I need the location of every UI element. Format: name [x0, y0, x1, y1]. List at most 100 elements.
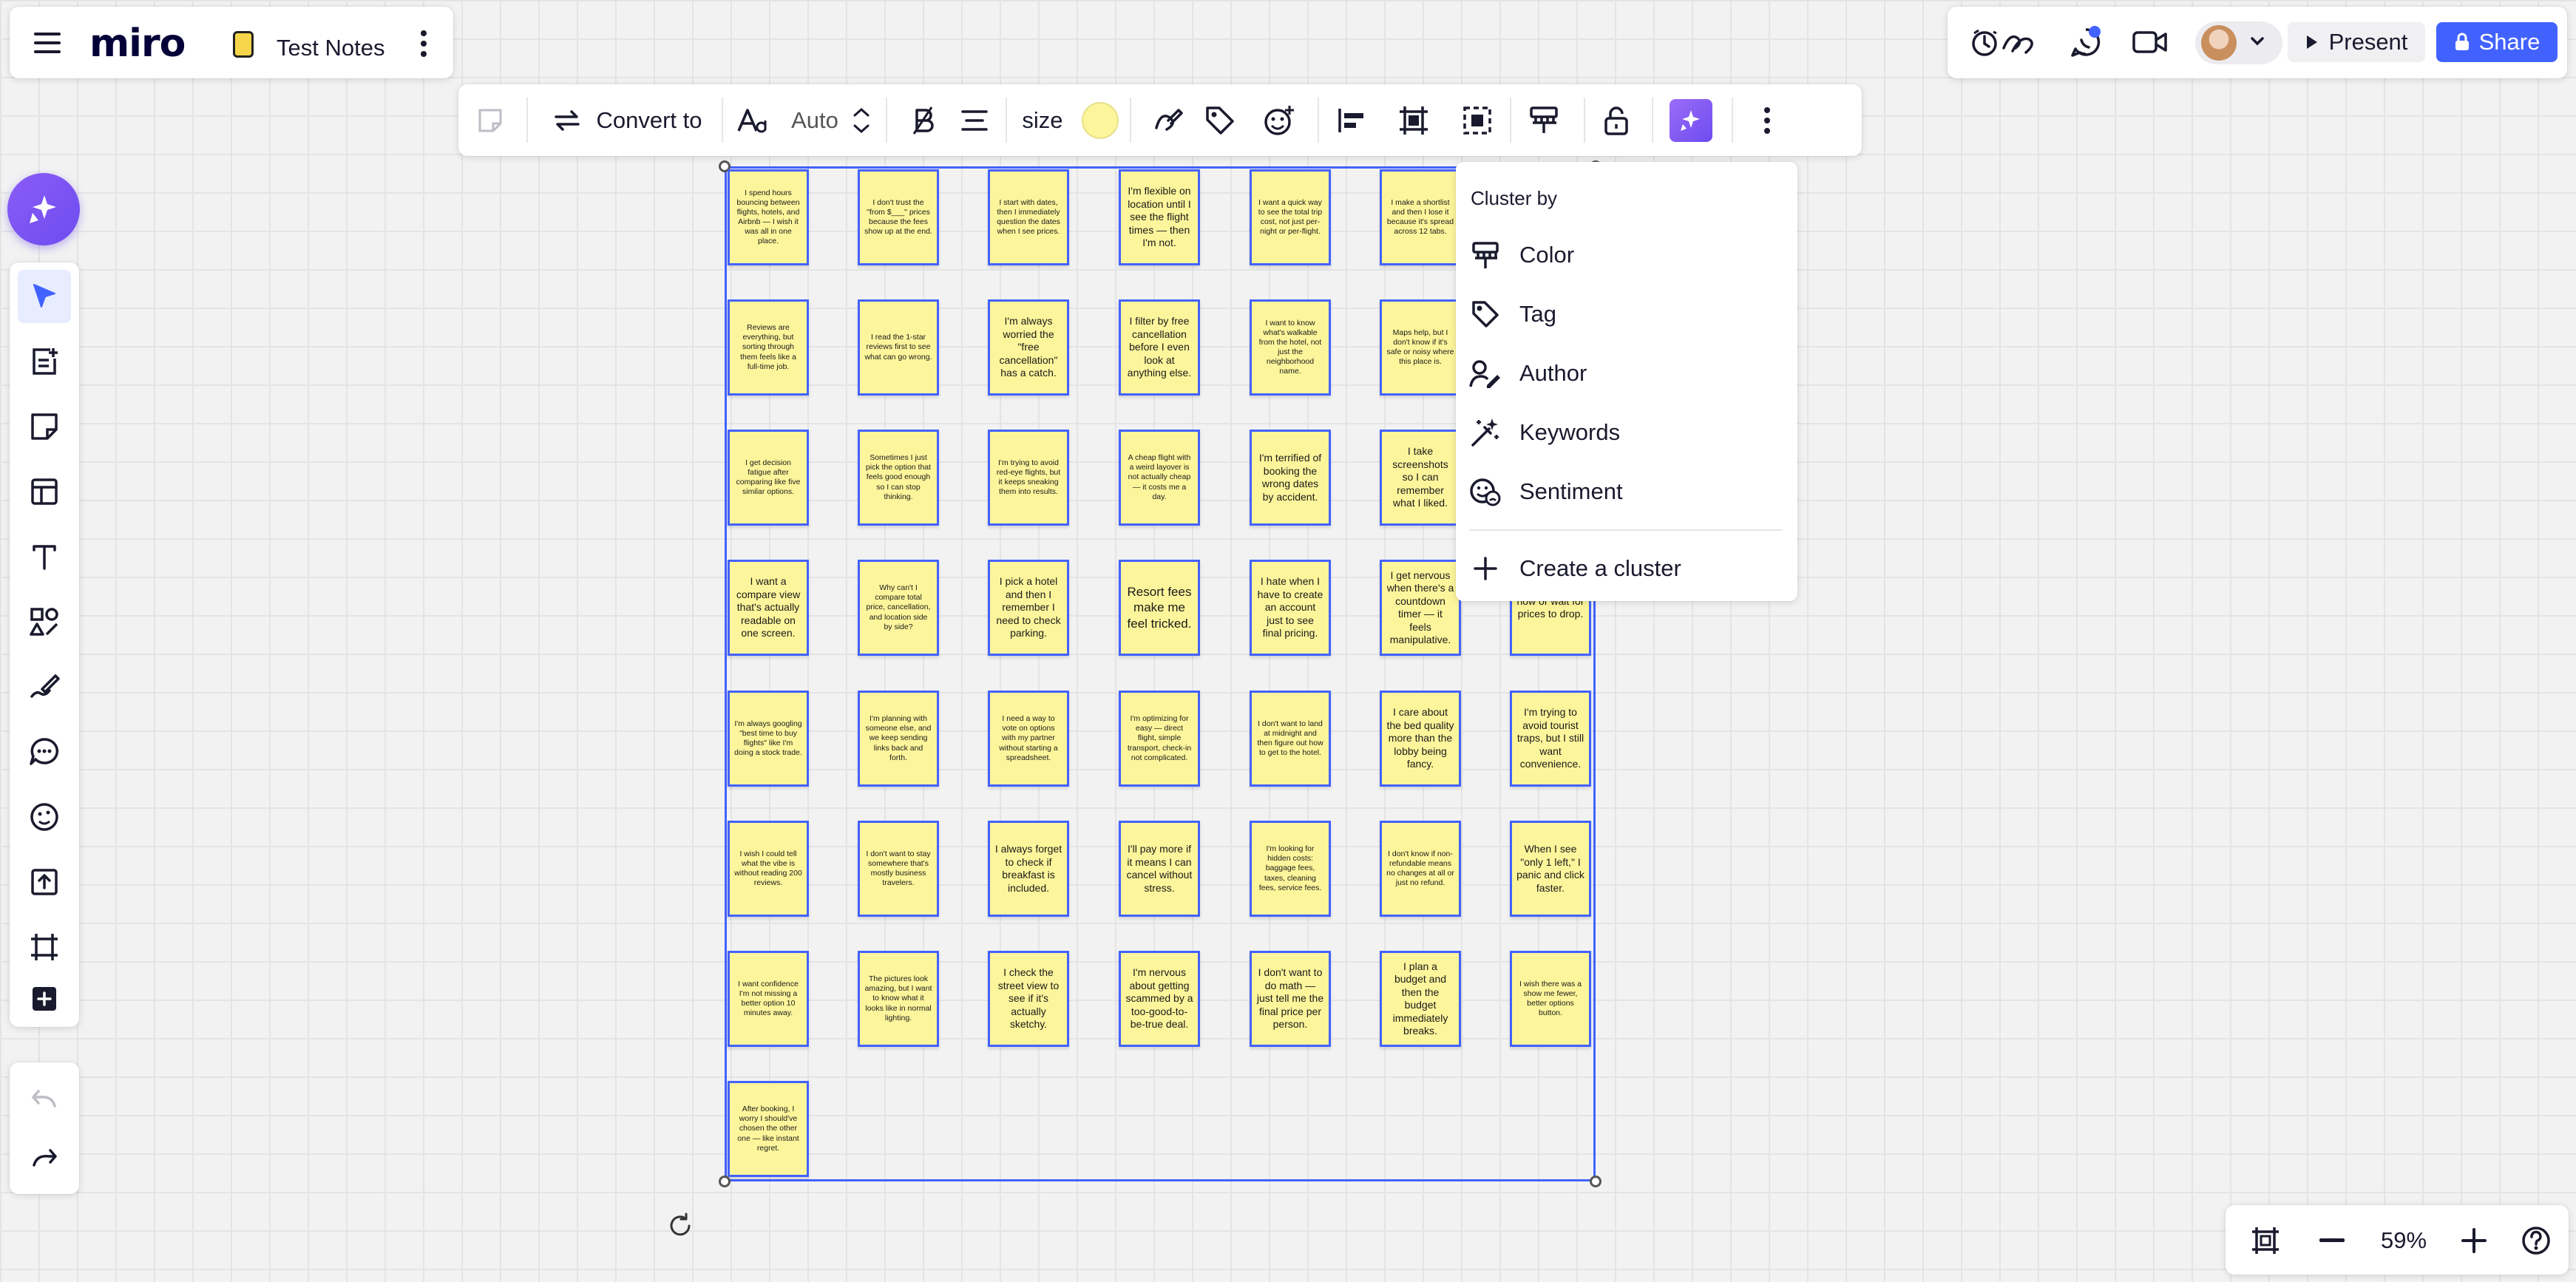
video-call-button[interactable] [2128, 23, 2172, 61]
table-tool[interactable] [18, 465, 71, 518]
sticky-note[interactable]: When I see "only 1 left," I panic and cl… [1510, 821, 1591, 917]
pen-tool[interactable] [18, 660, 71, 713]
sticky-note[interactable]: A cheap flight with a weird layover is n… [1119, 430, 1200, 526]
sticky-note[interactable]: I spend hours bouncing between flights, … [728, 169, 809, 265]
frame-tool[interactable] [18, 920, 71, 974]
collaborators-menu[interactable] [2195, 21, 2282, 64]
frame-button[interactable] [1392, 84, 1436, 156]
cluster-by-keywords[interactable]: Keywords [1469, 409, 1780, 456]
sticky-note[interactable]: I filter by free cancellation before I e… [1119, 299, 1200, 396]
convert-to-button[interactable]: Convert to [546, 84, 710, 156]
sticky-note[interactable]: Why can't I compare total price, cancell… [858, 560, 939, 656]
resize-handle-bottom-left[interactable] [719, 1176, 731, 1187]
sticky-note[interactable]: I plan a budget and then the budget imme… [1380, 951, 1461, 1047]
shapes-tool[interactable] [18, 595, 71, 648]
reaction-button[interactable] [1257, 84, 1301, 156]
sticky-note[interactable]: I want a compare view that's actually re… [728, 560, 809, 656]
ai-assist-button[interactable] [1658, 84, 1724, 156]
rotate-handle[interactable] [667, 1213, 694, 1239]
miro-logo[interactable]: miro [89, 21, 186, 66]
lock-button[interactable] [1594, 84, 1638, 156]
text-align-button[interactable] [952, 84, 997, 156]
cluster-by-color[interactable]: Color [1469, 231, 1780, 279]
tag-button[interactable] [1198, 84, 1242, 156]
sticky-note[interactable]: I'm always googling "best time to buy fl… [728, 691, 809, 787]
help-button[interactable] [2518, 1223, 2554, 1258]
zoom-in-button[interactable] [2456, 1223, 2492, 1258]
link-button[interactable] [1146, 84, 1190, 156]
sticky-note[interactable]: I'm looking for hidden costs: baggage fe… [1250, 821, 1331, 917]
fit-to-screen-button[interactable] [2248, 1223, 2283, 1258]
sticky-note[interactable]: I make a shortlist and then I lose it be… [1380, 169, 1461, 265]
sticky-note[interactable]: I don't want to stay somewhere that's mo… [858, 821, 939, 917]
sticky-note[interactable]: I want confidence I'm not missing a bett… [728, 951, 809, 1047]
sticky-note[interactable]: I get nervous when there's a countdown t… [1380, 560, 1461, 656]
sticky-note[interactable]: Resort fees make me feel tricked. [1119, 560, 1200, 656]
sticky-note[interactable]: Reviews are everything, but sorting thro… [728, 299, 809, 396]
sticky-note[interactable]: I take screenshots so I can remember wha… [1380, 430, 1461, 526]
sticky-note[interactable]: I read the 1-star reviews first to see w… [858, 299, 939, 396]
sticky-note[interactable]: I'm trying to avoid tourist traps, but I… [1510, 691, 1591, 787]
sticky-note[interactable]: I don't know if non-refundable means no … [1380, 821, 1461, 917]
sticky-type-button[interactable] [472, 84, 509, 156]
sticky-note-tool[interactable] [18, 400, 71, 453]
cluster-by-author[interactable]: Author [1469, 350, 1780, 397]
font-size-field[interactable]: Auto [784, 84, 846, 156]
sticky-note[interactable]: Sometimes I just pick the option that fe… [858, 430, 939, 526]
zoom-level[interactable]: 59% [2368, 1227, 2439, 1254]
sticky-note[interactable]: I pick a hotel and then I remember I nee… [988, 560, 1069, 656]
reactions-tool[interactable] [18, 790, 71, 844]
bold-button[interactable] [902, 84, 943, 156]
sticky-note[interactable]: I check the street view to see if it's a… [988, 951, 1069, 1047]
font-size-stepper[interactable] [847, 84, 875, 156]
main-menu-button[interactable] [30, 26, 64, 60]
present-button[interactable]: Present [2288, 22, 2425, 62]
chevron-up-icon[interactable] [853, 107, 870, 118]
comment-tool[interactable] [18, 725, 71, 779]
chevron-down-icon[interactable] [853, 123, 870, 134]
more-apps-tool[interactable] [18, 972, 71, 1025]
sticky-note[interactable]: I'm flexible on location until I see the… [1119, 169, 1200, 265]
sticky-size-button[interactable]: size [1014, 84, 1071, 156]
sticky-note[interactable]: I get decision fatigue after comparing l… [728, 430, 809, 526]
sticky-note[interactable]: I always forget to check if breakfast is… [988, 821, 1069, 917]
sticky-note[interactable]: Maps help, but I don't know if it's safe… [1380, 299, 1461, 396]
sticky-note[interactable]: I'm terrified of booking the wrong dates… [1250, 430, 1331, 526]
cluster-button[interactable] [1522, 84, 1566, 156]
board-options-button[interactable] [413, 29, 435, 58]
sticky-note[interactable]: I need a way to vote on options with my … [988, 691, 1069, 787]
zoom-out-button[interactable] [2314, 1223, 2350, 1258]
align-button[interactable] [1329, 84, 1374, 156]
share-button[interactable]: Share [2436, 22, 2558, 62]
sticky-note[interactable]: I wish I could tell what the vibe is wit… [728, 821, 809, 917]
sticky-note[interactable]: I'm always worried the "free cancellatio… [988, 299, 1069, 396]
text-tool[interactable] [18, 530, 71, 583]
chat-button[interactable] [2066, 23, 2106, 61]
sticky-note[interactable]: I start with dates, then I immediately q… [988, 169, 1069, 265]
resize-handle-bottom-right[interactable] [1590, 1176, 1601, 1187]
sticky-note[interactable]: I wish there was a show me fewer, better… [1510, 951, 1591, 1047]
sticky-note[interactable]: I don't want to land at midnight and the… [1250, 691, 1331, 787]
sticky-note[interactable]: I'm optimizing for easy — direct flight,… [1119, 691, 1200, 787]
group-button[interactable] [1455, 84, 1499, 156]
sticky-note[interactable]: I want to know what's walkable from the … [1250, 299, 1331, 396]
sticky-note[interactable]: I don't trust the "from $___" prices bec… [858, 169, 939, 265]
undo-button[interactable] [18, 1073, 71, 1126]
cluster-by-sentiment[interactable]: Sentiment [1469, 468, 1780, 515]
redo-button[interactable] [18, 1132, 71, 1185]
templates-tool[interactable] [18, 335, 71, 388]
select-tool[interactable] [18, 270, 71, 323]
sticky-note[interactable]: I'll pay more if it means I can cancel w… [1119, 821, 1200, 917]
cluster-by-tag[interactable]: Tag [1469, 291, 1780, 338]
create-cluster-item[interactable]: Create a cluster [1469, 545, 1780, 592]
ai-sidekick-button[interactable] [7, 173, 80, 245]
sticky-note[interactable]: After booking, I worry I should've chose… [728, 1081, 809, 1177]
avatar[interactable] [2201, 25, 2237, 61]
color-picker-button[interactable] [1078, 84, 1122, 156]
board-name[interactable]: Test Notes [277, 35, 384, 61]
sticky-note[interactable]: I care about the bed quality more than t… [1380, 691, 1461, 787]
sticky-note[interactable]: I'm nervous about getting scammed by a t… [1119, 951, 1200, 1047]
sticky-note[interactable]: I'm planning with someone else, and we k… [858, 691, 939, 787]
font-family-button[interactable] [733, 84, 772, 156]
sticky-note[interactable]: I'm trying to avoid red-eye flights, but… [988, 430, 1069, 526]
